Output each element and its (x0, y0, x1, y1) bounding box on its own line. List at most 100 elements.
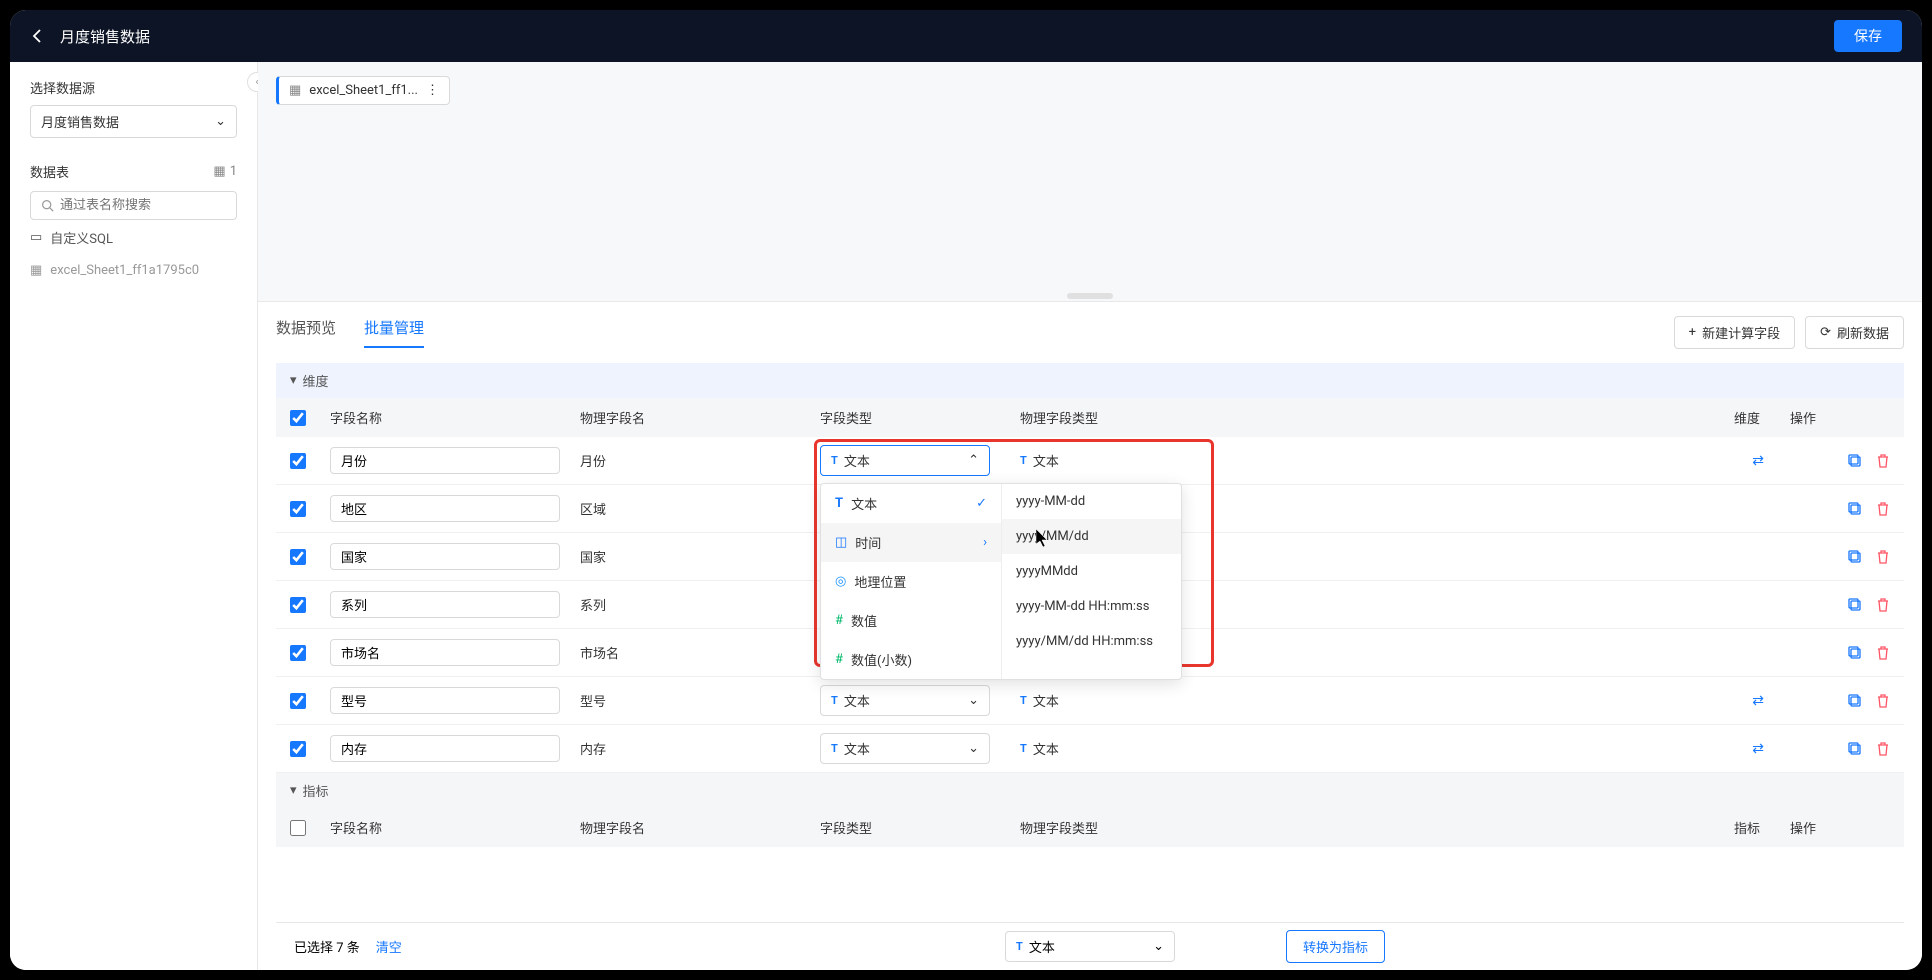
selected-count: 已选择 7 条 (294, 937, 360, 956)
dimension-group[interactable]: ▾维度 (276, 363, 1904, 398)
metric-header: 字段名称 物理字段名 字段类型 物理字段类型 指标 操作 (276, 808, 1904, 847)
physical-name: 系列 (580, 595, 820, 614)
field-row: 内存 T文本⌄ T文本 ⇄ (276, 725, 1904, 773)
type-option[interactable]: T文本✓ (821, 484, 1001, 523)
source-chip[interactable]: ▦ excel_Sheet1_ff1... ⋮ (276, 76, 450, 105)
sidebar: ‹ 选择数据源 月度销售数据 ⌄ 数据表 ▦1 ▭ (10, 62, 258, 970)
caret-down-icon: ▾ (290, 373, 297, 388)
type-option[interactable]: ◎地理位置 (821, 562, 1001, 601)
row-checkbox[interactable] (290, 597, 306, 613)
swap-icon[interactable]: ⇄ (1752, 453, 1764, 469)
chevron-down-icon: ⌄ (968, 693, 979, 708)
convert-to-metric-button[interactable]: 转换为指标 (1286, 930, 1385, 963)
date-format-option[interactable]: yyyy/MM/dd (1002, 519, 1181, 554)
metric-group[interactable]: ▾指标 (276, 773, 1904, 808)
type-option[interactable]: ◫时间› (821, 523, 1001, 562)
date-format-option[interactable]: yyyy/MM/dd HH:mm:ss (1002, 624, 1181, 659)
sql-icon: ▭ (30, 230, 42, 245)
save-button[interactable]: 保存 (1834, 20, 1902, 52)
table-item[interactable]: ▦ excel_Sheet1_ff1a1795c0 (30, 255, 237, 286)
date-format-option[interactable]: yyyy-MM-dd HH:mm:ss (1002, 589, 1181, 624)
delete-icon[interactable] (1876, 598, 1890, 612)
row-checkbox[interactable] (290, 453, 306, 469)
table-icon: ▦ (289, 83, 301, 98)
type-option[interactable]: #数值 (821, 601, 1001, 640)
text-type-icon: T (831, 454, 838, 467)
tables-count: 1 (230, 164, 237, 179)
col-phys-type: 物理字段类型 (1020, 408, 1220, 427)
delete-icon[interactable] (1876, 454, 1890, 468)
type-icon: ◫ (835, 535, 847, 550)
custom-sql-item[interactable]: ▭ 自定义SQL (30, 220, 237, 255)
field-name-input[interactable] (330, 591, 560, 618)
table-search[interactable] (30, 191, 237, 220)
tab-preview[interactable]: 数据预览 (276, 317, 336, 348)
topbar: 月度销售数据 保存 (10, 10, 1922, 62)
col-field-type: 字段类型 (820, 408, 1020, 427)
field-name-input[interactable] (330, 543, 560, 570)
table-icon: ▦ (30, 263, 42, 278)
tables-label: 数据表 (30, 162, 69, 181)
delete-icon[interactable] (1876, 502, 1890, 516)
chevron-down-icon: ⌄ (1153, 939, 1164, 954)
tab-batch[interactable]: 批量管理 (364, 317, 424, 348)
swap-icon[interactable]: ⇄ (1752, 741, 1764, 757)
delete-icon[interactable] (1876, 742, 1890, 756)
new-calc-field-button[interactable]: +新建计算字段 (1674, 316, 1795, 349)
check-icon: ✓ (976, 496, 987, 511)
copy-icon[interactable] (1848, 646, 1862, 660)
field-type-select[interactable]: T文本 ⌃ (820, 445, 990, 476)
date-format-option[interactable]: yyyy-MM-dd (1002, 484, 1181, 519)
canvas-area: ▦ excel_Sheet1_ff1... ⋮ (258, 62, 1922, 302)
row-checkbox[interactable] (290, 645, 306, 661)
field-row: 型号 T文本⌄ T文本 ⇄ (276, 677, 1904, 725)
resize-handle[interactable] (1067, 293, 1113, 299)
chevron-right-icon: › (983, 535, 987, 550)
refresh-button[interactable]: ⟳刷新数据 (1805, 316, 1904, 349)
select-all-metric-checkbox[interactable] (290, 820, 306, 836)
type-option[interactable]: #数值(小数) (821, 640, 1001, 679)
field-type-select[interactable]: T文本⌄ (820, 733, 990, 764)
clear-selection[interactable]: 清空 (376, 937, 402, 956)
physical-name: 市场名 (580, 643, 820, 662)
select-all-checkbox[interactable] (290, 410, 306, 426)
row-checkbox[interactable] (290, 501, 306, 517)
type-icon: # (835, 652, 843, 667)
field-name-input[interactable] (330, 639, 560, 666)
search-icon (41, 199, 54, 212)
date-format-option[interactable]: yyyyMMdd (1002, 554, 1181, 589)
field-name-input[interactable] (330, 687, 560, 714)
caret-down-icon: ▾ (290, 783, 297, 798)
footer-type-select[interactable]: T文本 ⌄ (1005, 931, 1175, 962)
field-name-input[interactable] (330, 447, 560, 474)
copy-icon[interactable] (1848, 454, 1862, 468)
field-table: ▾维度 字段名称 物理字段名 字段类型 物理字段类型 维度 操作 月份 T文本 (276, 363, 1904, 922)
more-icon[interactable]: ⋮ (426, 83, 439, 98)
field-type-select[interactable]: T文本⌄ (820, 685, 990, 716)
physical-name: 国家 (580, 547, 820, 566)
delete-icon[interactable] (1876, 694, 1890, 708)
text-type-icon: T (831, 742, 838, 755)
type-icon: # (835, 613, 843, 628)
copy-icon[interactable] (1848, 694, 1862, 708)
datasource-select[interactable]: 月度销售数据 ⌄ (30, 105, 237, 138)
table-search-input[interactable] (60, 198, 226, 213)
copy-icon[interactable] (1848, 550, 1862, 564)
text-type-icon: T (1020, 742, 1027, 755)
copy-icon[interactable] (1848, 742, 1862, 756)
copy-icon[interactable] (1848, 598, 1862, 612)
row-checkbox[interactable] (290, 741, 306, 757)
copy-icon[interactable] (1848, 502, 1862, 516)
delete-icon[interactable] (1876, 646, 1890, 660)
swap-icon[interactable]: ⇄ (1752, 693, 1764, 709)
field-name-input[interactable] (330, 495, 560, 522)
text-type-icon: T (1016, 940, 1023, 953)
field-name-input[interactable] (330, 735, 560, 762)
back-icon[interactable] (30, 28, 46, 44)
row-checkbox[interactable] (290, 693, 306, 709)
col-field-name: 字段名称 (330, 408, 580, 427)
row-checkbox[interactable] (290, 549, 306, 565)
chevron-up-icon: ⌃ (968, 453, 979, 468)
chevron-down-icon: ⌄ (968, 741, 979, 756)
delete-icon[interactable] (1876, 550, 1890, 564)
